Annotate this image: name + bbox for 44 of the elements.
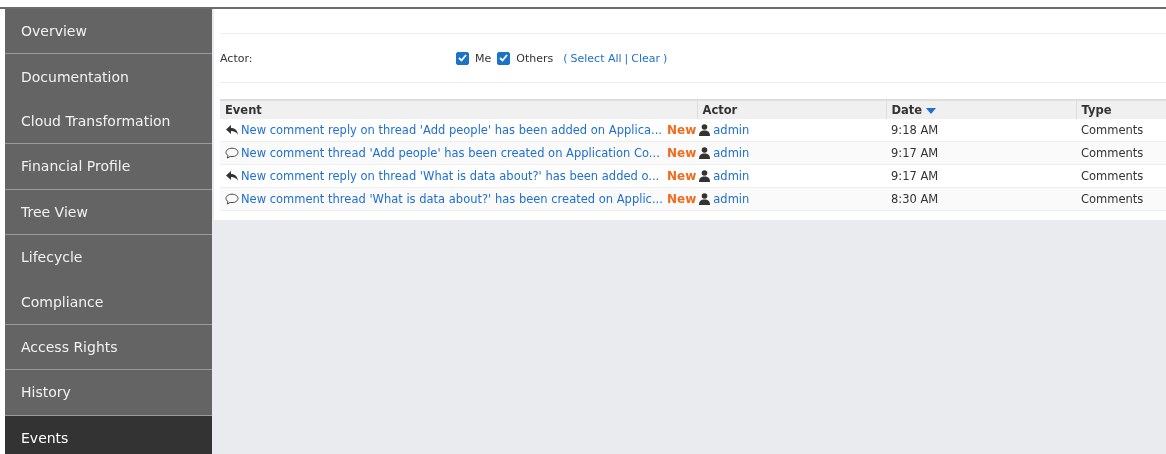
speech-bubble-icon (225, 193, 239, 205)
new-label: New (667, 146, 697, 160)
speech-bubble-icon (225, 147, 239, 159)
column-header[interactable]: Date (886, 100, 1076, 119)
date-cell: 9:17 AM (886, 141, 1076, 165)
parenthesis: ) (663, 51, 668, 65)
reply-arrow-icon (225, 170, 239, 182)
separator-text: | (624, 51, 629, 65)
user-icon (699, 170, 711, 182)
actor-link[interactable]: admin (713, 146, 750, 160)
event-link[interactable]: New comment reply on thread 'What is data about?' has been added o... (241, 169, 660, 183)
column-header[interactable]: Type (1076, 100, 1166, 119)
type-cell: Comments (1076, 141, 1166, 165)
checkbox-label: Me (475, 51, 492, 65)
checkbox[interactable] (497, 51, 511, 65)
checkbox[interactable] (456, 51, 469, 65)
new-label: New (667, 192, 697, 206)
type-cell: Comments (1076, 119, 1166, 142)
parenthesis: ( (563, 51, 568, 65)
actor-link[interactable]: admin (713, 123, 750, 137)
user-icon (699, 124, 711, 136)
new-label: New (667, 123, 697, 137)
sidebar-item[interactable]: Events (5, 415, 212, 454)
actor-link[interactable]: admin (713, 169, 750, 183)
reply-arrow-icon (225, 124, 239, 136)
event-link[interactable]: New comment thread 'What is data about?' has been created on Applic... (241, 192, 663, 206)
new-label: New (667, 169, 697, 183)
column-header[interactable]: Event (220, 100, 697, 119)
type-cell: Comments (1076, 187, 1166, 211)
clear-link[interactable]: Clear (631, 51, 661, 65)
filter-label: Actor: (220, 51, 254, 65)
checkbox-label: Others (516, 51, 554, 65)
event-link[interactable]: New comment reply on thread 'Add people' has been added on Applica... (241, 123, 662, 137)
user-icon (699, 193, 711, 205)
type-cell: Comments (1076, 164, 1166, 188)
sort-caret-icon (926, 107, 937, 114)
actor-link[interactable]: admin (713, 192, 750, 206)
event-link[interactable]: New comment thread 'Add people' has been created on Application Co... (241, 146, 660, 160)
date-cell: 9:18 AM (886, 119, 1076, 142)
date-cell: 8:30 AM (886, 187, 1076, 211)
select-all-link[interactable]: Select All (570, 51, 622, 65)
column-header[interactable]: Actor (697, 100, 886, 119)
user-icon (699, 147, 711, 159)
date-cell: 9:17 AM (886, 164, 1076, 188)
